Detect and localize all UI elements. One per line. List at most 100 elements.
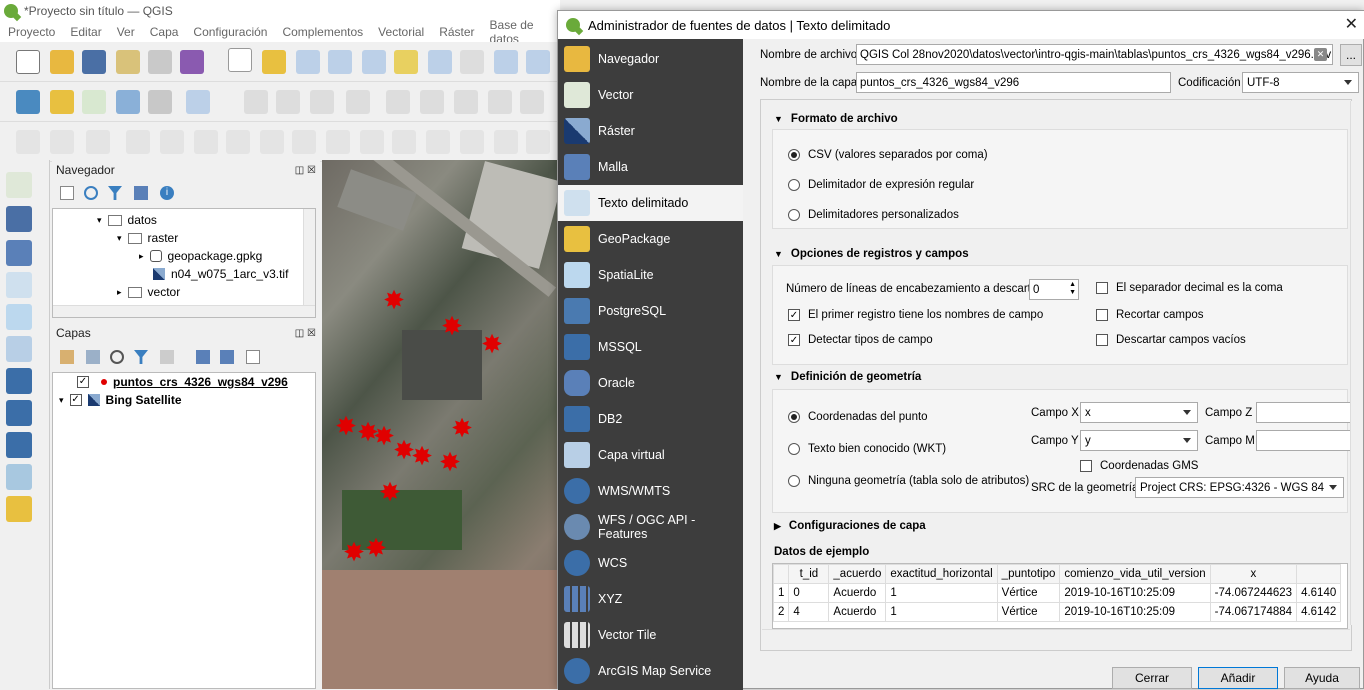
m-field-select[interactable] <box>1256 430 1360 451</box>
reshape-icon[interactable] <box>326 130 350 154</box>
sidebar-item-oracle[interactable]: Oracle <box>558 365 743 401</box>
navigator-horizontal-scrollbar[interactable] <box>53 305 315 317</box>
zoom-layer-icon[interactable] <box>428 50 452 74</box>
settings-horizontal-scrollbar[interactable] <box>762 629 1350 641</box>
point-tool-icon[interactable] <box>86 130 110 154</box>
point-marker[interactable]: ✸ <box>410 443 434 469</box>
new-temp-layer-icon[interactable] <box>148 90 172 114</box>
z-field-select[interactable] <box>1256 402 1360 423</box>
chevron-right-icon[interactable]: ▸ <box>139 251 144 262</box>
add-group-icon[interactable] <box>86 350 100 364</box>
close-button[interactable]: Cerrar <box>1112 667 1192 689</box>
cut-features-icon[interactable] <box>488 90 512 114</box>
map-canvas[interactable]: ✸ ✸ ✸ ✸ ✸ ✸ ✸ ✸ ✸ ✸ ✸ ✸ ✸ <box>322 160 558 689</box>
layer-settings-section-header[interactable]: ▶ Configuraciones de capa <box>774 520 926 532</box>
layer-name-input[interactable]: puntos_crs_4326_wgs84_v296 <box>856 72 1171 93</box>
table-row[interactable]: 2 4 Acuerdo 1 Vértice 2019-10-16T10:25:0… <box>773 602 1342 622</box>
add-geopackage-icon[interactable] <box>6 496 32 522</box>
checkbox-unchecked[interactable] <box>1096 309 1108 321</box>
new-project-icon[interactable] <box>16 50 40 74</box>
add-part-icon[interactable] <box>194 130 218 154</box>
chevron-right-icon[interactable]: ▸ <box>117 287 122 298</box>
settings-vertical-scrollbar[interactable] <box>1350 101 1362 625</box>
format-section-header[interactable]: ▼ Formato de archivo <box>774 113 898 125</box>
checkbox-unchecked[interactable] <box>1096 282 1108 294</box>
chevron-down-icon[interactable]: ▾ <box>97 215 102 226</box>
zoom-next-icon[interactable] <box>526 50 550 74</box>
geom-none-radio[interactable]: Ninguna geometría (tabla solo de atribut… <box>788 475 1029 487</box>
close-icon[interactable]: ✕ <box>1345 14 1358 34</box>
copy-features-icon[interactable] <box>520 90 544 114</box>
fill-ring-icon[interactable] <box>226 130 250 154</box>
add-mesh-layer-icon[interactable] <box>6 240 32 266</box>
geom-point-radio[interactable]: Coordenadas del punto <box>788 411 928 423</box>
layer-styling-icon[interactable] <box>60 350 74 364</box>
format-custom-radio[interactable]: Delimitadores personalizados <box>788 209 959 221</box>
tree-item-vector[interactable]: ▸ vector <box>117 285 180 299</box>
clear-icon[interactable]: ✕ <box>1314 48 1327 61</box>
current-edits-icon[interactable] <box>244 90 268 114</box>
sidebar-item-wms[interactable]: WMS/WMTS <box>558 473 743 509</box>
point-marker[interactable]: ✸ <box>378 479 402 505</box>
split-parts-icon[interactable] <box>426 130 450 154</box>
header-lines-spinbox[interactable]: 0 ▲ ▼ <box>1029 279 1079 300</box>
sidebar-item-db2[interactable]: DB2 <box>558 401 743 437</box>
format-regex-radio[interactable]: Delimitador de expresión regular <box>788 179 974 191</box>
info-icon[interactable]: i <box>160 186 174 200</box>
manage-visibility-icon[interactable] <box>110 350 124 364</box>
save-edits-icon[interactable] <box>310 90 334 114</box>
dms-checkbox[interactable]: Coordenadas GMS <box>1080 460 1198 472</box>
sidebar-item-capa-virtual[interactable]: Capa virtual <box>558 437 743 473</box>
menu-ver[interactable]: Ver <box>117 25 135 39</box>
point-marker[interactable]: ✸ <box>334 413 358 439</box>
layer-visibility-checkbox[interactable]: ✓ <box>77 376 89 388</box>
sidebar-item-postgresql[interactable]: PostgreSQL <box>558 293 743 329</box>
zoom-last-icon[interactable] <box>494 50 518 74</box>
sidebar-item-vector[interactable]: Vector <box>558 77 743 113</box>
add-wfs-icon[interactable] <box>6 464 32 490</box>
add-virtual-layer-icon[interactable] <box>6 336 32 362</box>
trim-fields-checkbox[interactable]: Recortar campos <box>1096 309 1204 321</box>
delete-ring-icon[interactable] <box>260 130 284 154</box>
zoom-out-icon[interactable] <box>328 50 352 74</box>
add-button[interactable]: Añadir <box>1198 667 1278 689</box>
filter-expression-icon[interactable] <box>160 350 174 364</box>
checkbox-unchecked[interactable] <box>1096 334 1108 346</box>
geometry-section-header[interactable]: ▼ Definición de geometría <box>774 371 921 383</box>
radio-unselected[interactable] <box>788 179 800 191</box>
first-record-checkbox[interactable]: ✓ El primer registro tiene los nombres de… <box>788 309 1043 321</box>
open-project-icon[interactable] <box>50 50 74 74</box>
zoom-in-icon[interactable] <box>296 50 320 74</box>
add-mssql-icon[interactable] <box>6 368 32 394</box>
tree-item-geopackage[interactable]: ▸ geopackage.gpkg <box>139 249 262 263</box>
tree-item-raster-file[interactable]: n04_w075_1arc_v3.tif <box>153 267 288 281</box>
menu-raster[interactable]: Ráster <box>439 25 474 39</box>
add-wcs-icon[interactable] <box>6 432 32 458</box>
sidebar-item-wcs[interactable]: WCS <box>558 545 743 581</box>
sidebar-item-malla[interactable]: Malla <box>558 149 743 185</box>
point-marker[interactable]: ✸ <box>438 449 462 475</box>
add-selected-icon[interactable] <box>60 186 74 200</box>
tree-item-raster[interactable]: ▾ raster <box>117 231 178 245</box>
new-geopackage-icon[interactable] <box>50 90 74 114</box>
filter-icon[interactable] <box>108 186 122 200</box>
radio-unselected[interactable] <box>788 443 800 455</box>
new-shapefile-icon[interactable] <box>82 90 106 114</box>
sidebar-item-xyz[interactable]: XYZ <box>558 581 743 617</box>
refresh-icon[interactable] <box>84 186 98 200</box>
browse-button[interactable]: ... <box>1340 44 1362 66</box>
radio-selected[interactable] <box>788 149 800 161</box>
panel-close-icon[interactable]: ◫ ☒ <box>295 165 316 176</box>
data-source-manager-icon[interactable] <box>16 90 40 114</box>
add-raster-layer-icon[interactable] <box>6 206 32 232</box>
point-marker[interactable]: ✸ <box>450 415 474 441</box>
panel-close-icon[interactable]: ◫ ☒ <box>295 328 316 339</box>
add-wms-icon[interactable] <box>6 400 32 426</box>
remove-layer-icon[interactable] <box>246 350 260 364</box>
filter-legend-icon[interactable] <box>134 350 148 364</box>
save-project-icon[interactable] <box>82 50 106 74</box>
pan-map-icon[interactable] <box>228 48 252 72</box>
add-delimited-text-icon[interactable] <box>6 272 32 298</box>
menu-vectorial[interactable]: Vectorial <box>378 25 424 39</box>
menu-capa[interactable]: Capa <box>150 25 179 39</box>
